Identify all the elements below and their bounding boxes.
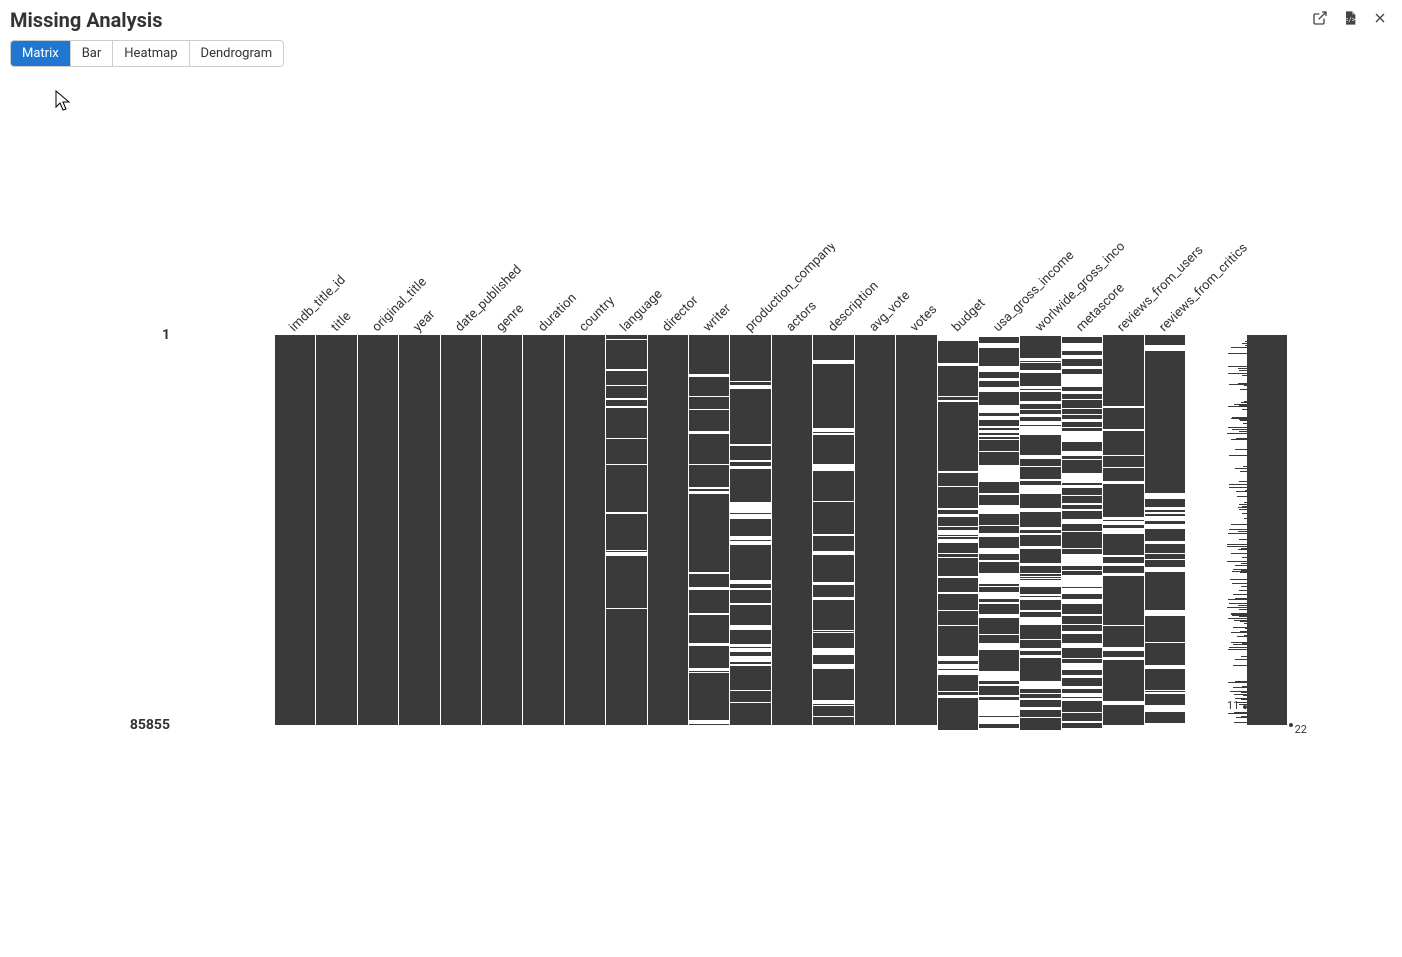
matrix-column bbox=[772, 335, 812, 725]
sparkline-min-label: 11 bbox=[1227, 699, 1239, 712]
matrix-column bbox=[441, 335, 481, 725]
missing-matrix-chart: imdb_title_idtitleoriginal_titleyeardate… bbox=[100, 265, 1200, 735]
view-tabs: Matrix Bar Heatmap Dendrogram bbox=[10, 40, 284, 67]
matrix-column bbox=[938, 335, 978, 725]
code-file-icon[interactable]: </> bbox=[1342, 10, 1358, 26]
matrix-column bbox=[730, 335, 770, 725]
sparkline: 11 22 bbox=[1227, 335, 1287, 725]
open-external-icon[interactable] bbox=[1312, 10, 1328, 26]
matrix-column bbox=[316, 335, 356, 725]
matrix-column bbox=[523, 335, 563, 725]
header-actions: </> bbox=[1312, 8, 1392, 26]
matrix-column bbox=[1145, 335, 1185, 725]
matrix-column bbox=[979, 335, 1019, 725]
matrix-column bbox=[275, 335, 315, 725]
column-label: genre bbox=[494, 301, 528, 335]
column-label: country bbox=[576, 294, 617, 335]
page-title: Missing Analysis bbox=[10, 8, 163, 32]
matrix-column bbox=[358, 335, 398, 725]
column-label: year bbox=[411, 307, 439, 335]
column-label: language bbox=[618, 287, 666, 335]
column-label: actors bbox=[784, 299, 820, 335]
svg-text:</>: </> bbox=[1345, 16, 1356, 23]
close-icon[interactable] bbox=[1372, 10, 1388, 26]
tab-heatmap[interactable]: Heatmap bbox=[113, 41, 189, 66]
matrix-column bbox=[399, 335, 439, 725]
matrix-column bbox=[1062, 335, 1102, 725]
matrix-column bbox=[1020, 335, 1060, 725]
matrix-column bbox=[813, 335, 853, 725]
tab-matrix[interactable]: Matrix bbox=[11, 41, 71, 66]
matrix-column bbox=[896, 335, 936, 725]
matrix-column bbox=[855, 335, 895, 725]
tab-dendrogram[interactable]: Dendrogram bbox=[190, 41, 284, 66]
tab-bar[interactable]: Bar bbox=[71, 41, 114, 66]
matrix-column bbox=[482, 335, 522, 725]
column-label: votes bbox=[908, 302, 941, 335]
sparkline-max-label: 22 bbox=[1295, 723, 1307, 736]
y-tick-top: 1 bbox=[100, 327, 170, 343]
column-label: title bbox=[328, 309, 354, 335]
column-label: duration bbox=[535, 291, 579, 335]
column-label: director bbox=[659, 293, 701, 335]
column-label: budget bbox=[949, 296, 988, 335]
matrix-column bbox=[689, 335, 729, 725]
y-tick-bottom: 85855 bbox=[100, 717, 170, 733]
matrix-column bbox=[648, 335, 688, 725]
cursor-icon bbox=[55, 90, 73, 112]
matrix-column bbox=[565, 335, 605, 725]
column-label: writer bbox=[701, 301, 735, 335]
matrix-column bbox=[1103, 335, 1143, 725]
matrix-column bbox=[606, 335, 646, 725]
